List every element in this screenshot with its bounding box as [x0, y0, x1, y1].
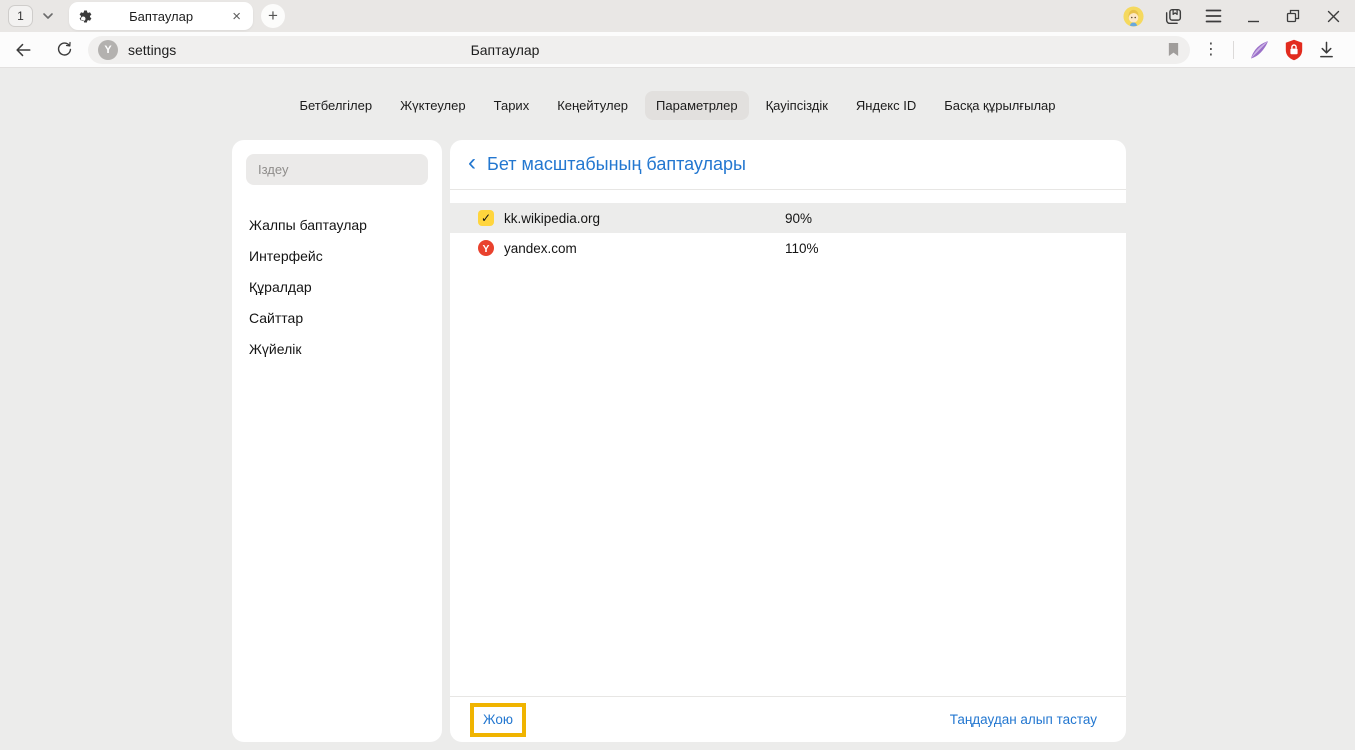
chevron-down-icon	[42, 7, 54, 25]
site-row-yandex[interactable]: Y yandex.com 110%	[450, 233, 1126, 263]
shield-lock-icon	[1284, 39, 1304, 61]
tab-counter-button[interactable]: 1	[8, 5, 33, 27]
nav-tab-downloads[interactable]: Жүктеулер	[389, 91, 477, 120]
new-tab-button[interactable]: +	[261, 4, 285, 28]
back-button[interactable]	[14, 41, 32, 59]
checkbox-checked-icon[interactable]: ✓	[478, 210, 494, 226]
tab-title: Баптаулар	[93, 9, 229, 24]
site-zoom-list: ✓ kk.wikipedia.org 90% Y yandex.com 110%	[450, 190, 1126, 263]
address-bar[interactable]: Y settings Баптаулар	[88, 36, 1190, 64]
download-icon	[1318, 41, 1335, 58]
gear-icon	[78, 9, 93, 24]
page-zoom-settings-panel: ‹ Бет масштабының баптаулары ✓ kk.wikipe…	[450, 140, 1126, 742]
deselect-all-button[interactable]: Таңдаудан алып тастау	[950, 712, 1097, 727]
bookmark-flag-icon	[1167, 42, 1180, 57]
sidebar-item-system[interactable]: Жүйелік	[246, 334, 428, 364]
site-zoom-value: 90%	[785, 211, 812, 226]
tab-close-icon[interactable]: ×	[229, 7, 244, 26]
panel-header: ‹ Бет масштабының баптаулары	[450, 140, 1126, 190]
close-window-icon	[1327, 10, 1340, 23]
delete-button[interactable]: Жою	[483, 712, 513, 727]
profile-avatar[interactable]	[1113, 0, 1153, 32]
more-options-button[interactable]: ⋮	[1203, 42, 1219, 58]
browser-tab-settings[interactable]: Баптаулар ×	[69, 2, 253, 30]
site-name: yandex.com	[504, 241, 785, 256]
protect-security-button[interactable]	[1284, 39, 1304, 61]
tab-list-dropdown-button[interactable]	[33, 2, 63, 30]
site-row-wikipedia[interactable]: ✓ kk.wikipedia.org 90%	[450, 203, 1126, 233]
browser-menu-button[interactable]	[1193, 0, 1233, 32]
window-restore-button[interactable]	[1273, 0, 1313, 32]
nav-tab-yandex-id[interactable]: Яндекс ID	[845, 91, 927, 120]
browser-toolbar: Y settings Баптаулар ⋮	[0, 32, 1355, 68]
nav-tab-history[interactable]: Тарих	[483, 91, 541, 120]
site-name: kk.wikipedia.org	[504, 211, 785, 226]
tab-panels-icon	[1164, 7, 1183, 26]
nav-tab-security[interactable]: Қауіпсіздік	[755, 91, 839, 120]
nav-tab-bookmarks[interactable]: Бетбелгілер	[288, 91, 383, 120]
page-title: Баптаулар	[471, 42, 540, 58]
bookmark-button[interactable]	[1167, 42, 1180, 57]
tab-bar: 1 Баптаулар × +	[0, 0, 1355, 32]
feather-icon	[1248, 39, 1270, 61]
yandex-favicon: Y	[478, 240, 494, 256]
search-input[interactable]	[246, 154, 428, 185]
yandex-site-icon: Y	[98, 40, 118, 60]
downloads-button[interactable]	[1318, 41, 1335, 58]
settings-sidebar: Жалпы баптаулар Интерфейс Құралдар Сайтт…	[232, 140, 442, 742]
settings-page: Бетбелгілер Жүктеулер Тарих Кеңейтулер П…	[0, 68, 1355, 750]
svg-text:Y: Y	[482, 243, 489, 255]
window-close-button[interactable]	[1313, 0, 1353, 32]
hamburger-menu-icon	[1205, 9, 1222, 23]
avatar-icon	[1123, 6, 1144, 27]
action-highlight-box: Жою	[470, 703, 526, 737]
minimize-icon	[1247, 10, 1260, 23]
site-zoom-value: 110%	[785, 241, 819, 256]
nav-tab-settings[interactable]: Параметрлер	[645, 91, 749, 120]
sidebar-item-sites[interactable]: Сайттар	[246, 303, 428, 333]
restore-window-icon	[1286, 9, 1300, 23]
back-chevron-icon[interactable]: ‹	[468, 153, 476, 173]
panel-footer: Жою Таңдаудан алып тастау	[450, 696, 1126, 742]
settings-nav-tabs: Бетбелгілер Жүктеулер Тарих Кеңейтулер П…	[0, 68, 1355, 120]
back-arrow-icon	[14, 41, 32, 59]
sidebar-item-general[interactable]: Жалпы баптаулар	[246, 210, 428, 240]
all-tabs-button[interactable]	[1153, 0, 1193, 32]
reload-button[interactable]	[55, 41, 73, 59]
sidebar-item-tools[interactable]: Құралдар	[246, 272, 428, 302]
window-minimize-button[interactable]	[1233, 0, 1273, 32]
panel-title[interactable]: Бет масштабының баптаулары	[487, 154, 746, 175]
nav-tab-other-devices[interactable]: Басқа құрылғылар	[933, 91, 1066, 120]
toolbar-divider	[1233, 41, 1234, 59]
yandex-pen-extension-button[interactable]	[1248, 39, 1270, 61]
nav-tab-extensions[interactable]: Кеңейтулер	[546, 91, 639, 120]
reload-icon	[56, 41, 73, 58]
url-text[interactable]: settings	[128, 42, 176, 58]
sidebar-item-interface[interactable]: Интерфейс	[246, 241, 428, 271]
